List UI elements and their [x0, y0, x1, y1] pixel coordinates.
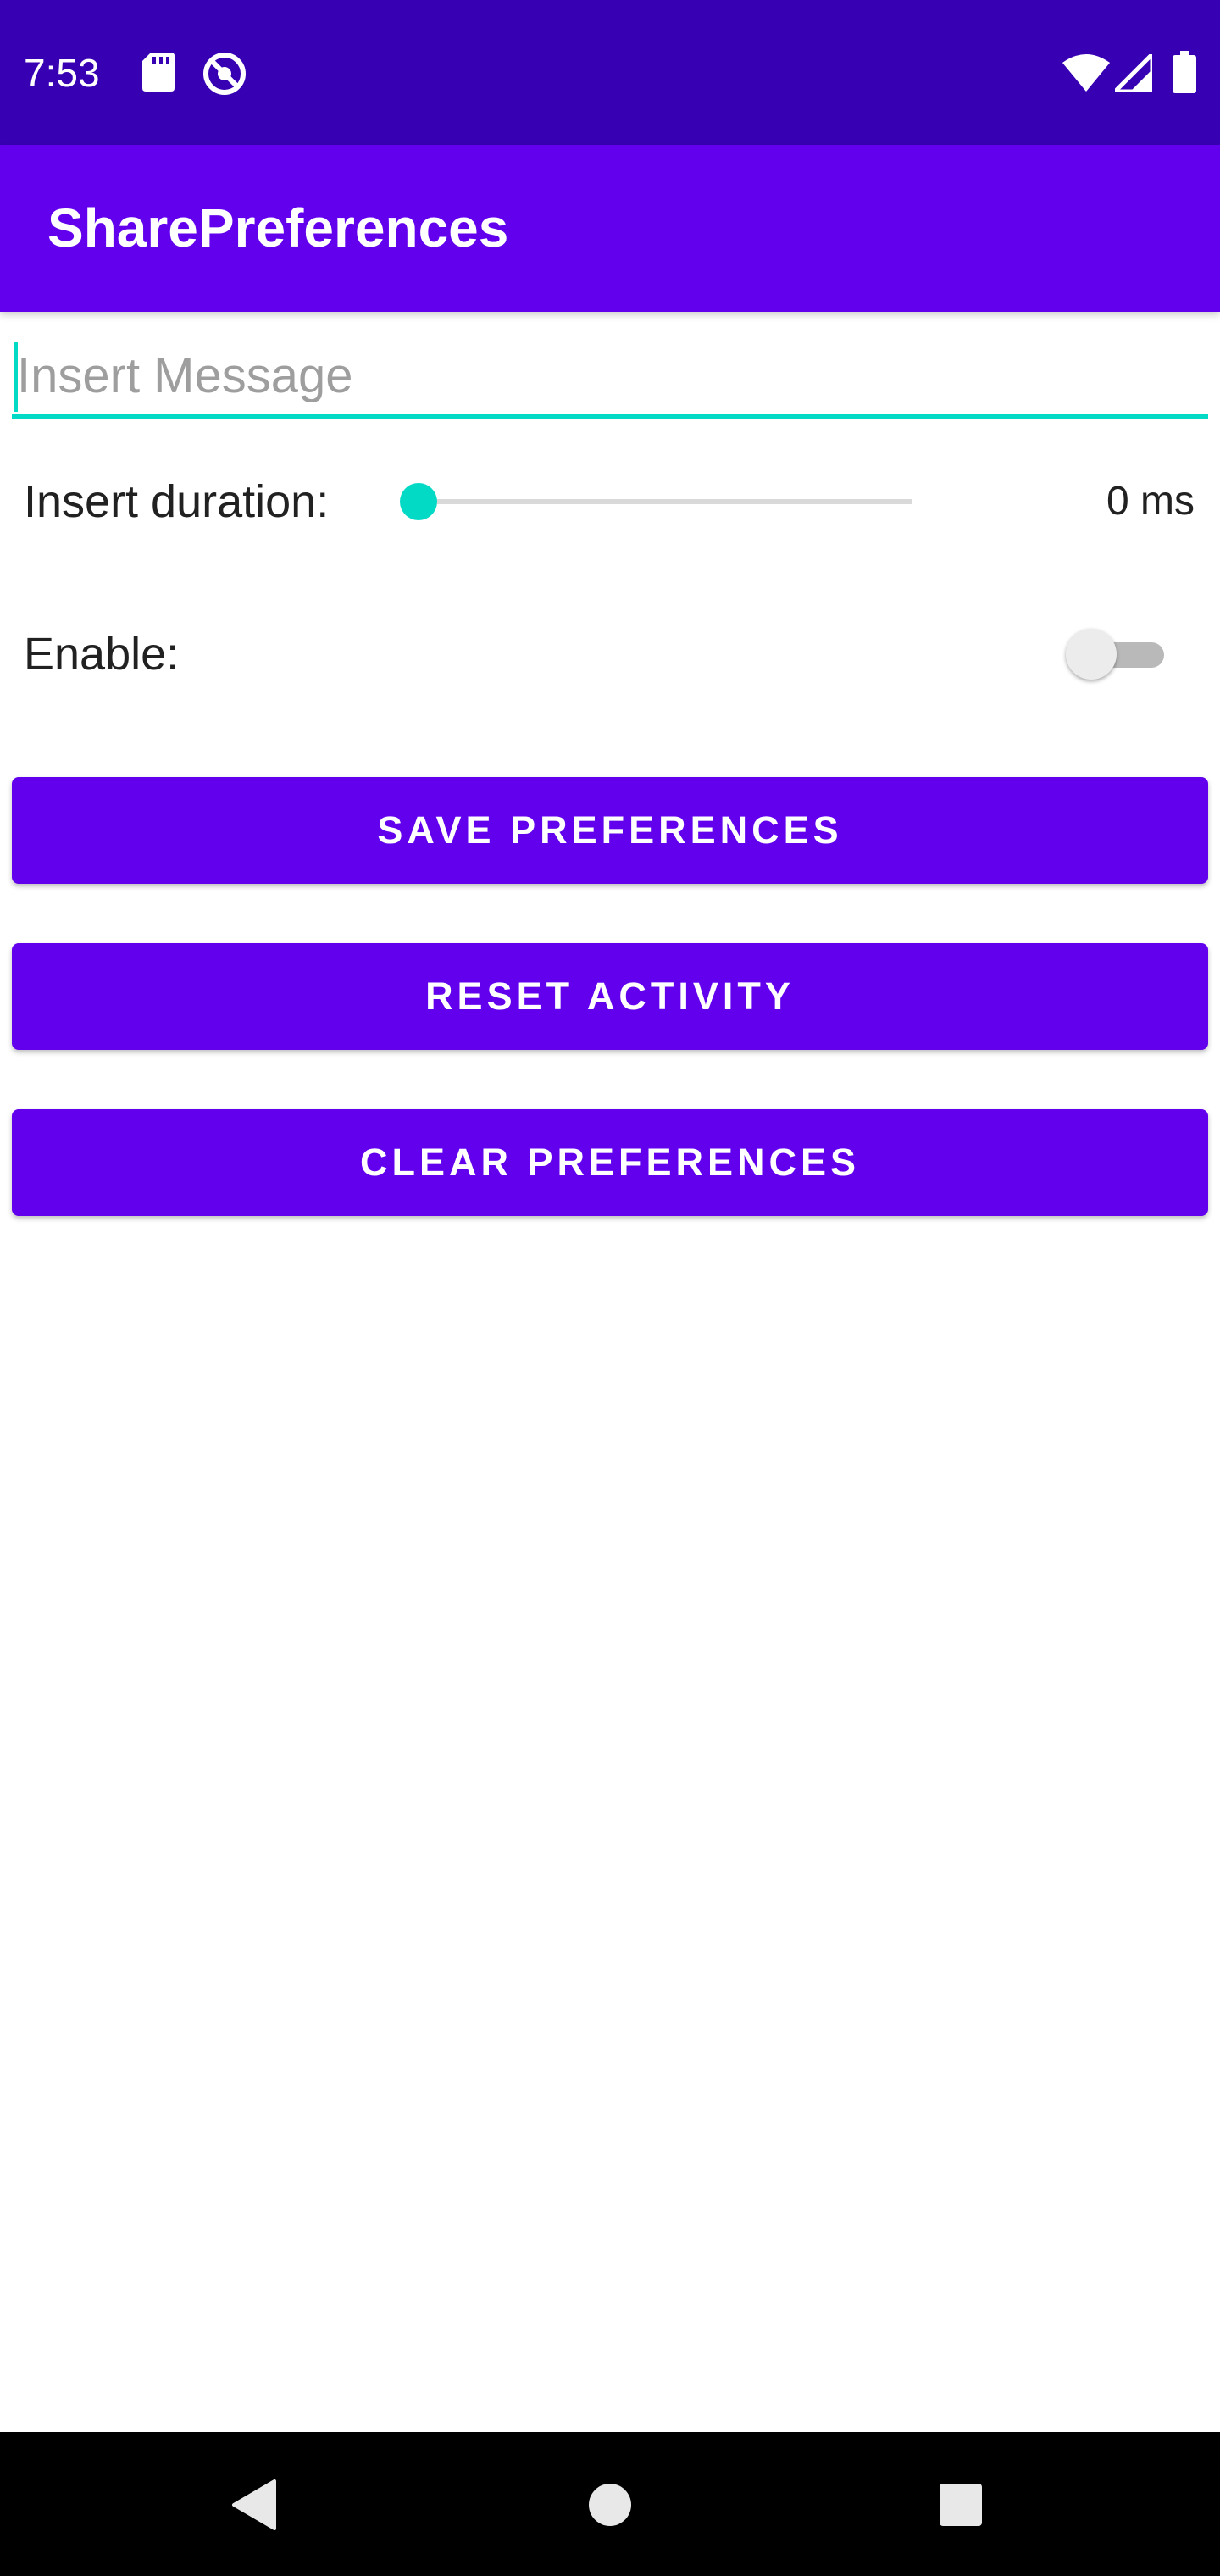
- sd-card-icon: [142, 53, 175, 92]
- enable-switch[interactable]: [1062, 624, 1167, 685]
- text-cursor: [14, 342, 18, 412]
- reset-activity-button[interactable]: RESET ACTIVITY: [12, 943, 1208, 1050]
- duration-label: Insert duration:: [24, 476, 330, 527]
- wifi-icon: [1062, 54, 1110, 92]
- switch-thumb: [1066, 629, 1117, 680]
- status-time: 7:53: [24, 51, 100, 95]
- battery-icon: [1173, 51, 1196, 93]
- sync-icon: [203, 53, 246, 95]
- duration-value: 0 ms: [1106, 479, 1195, 524]
- back-icon[interactable]: [230, 2478, 278, 2532]
- enable-label: Enable:: [24, 629, 180, 680]
- clear-preferences-button[interactable]: CLEAR PREFERENCES: [12, 1109, 1208, 1216]
- navigation-bar: [0, 2432, 1220, 2576]
- message-input[interactable]: [12, 337, 1208, 419]
- slider-track: [419, 499, 912, 504]
- duration-slider[interactable]: [398, 475, 915, 529]
- status-bar: 7:53: [0, 0, 1220, 145]
- save-preferences-button[interactable]: SAVE PREFERENCES: [12, 777, 1208, 884]
- slider-thumb[interactable]: [400, 483, 437, 520]
- home-icon[interactable]: [588, 2483, 632, 2527]
- signal-icon: [1115, 54, 1152, 92]
- app-bar: SharePreferences: [0, 145, 1220, 312]
- recents-icon[interactable]: [939, 2483, 983, 2527]
- app-title: SharePreferences: [47, 197, 509, 258]
